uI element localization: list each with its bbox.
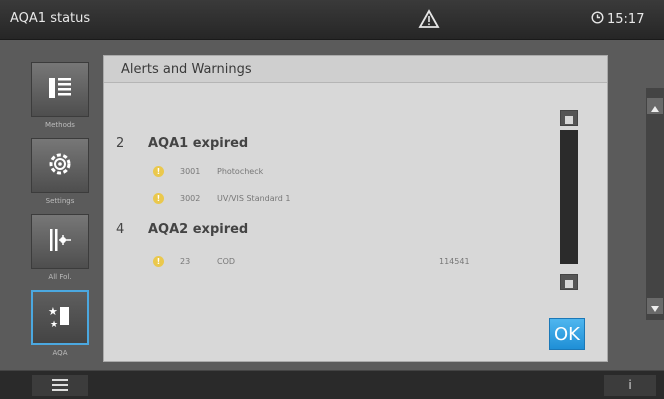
svg-text:★: ★ — [48, 305, 58, 318]
group-title: AQA1 expired — [148, 136, 249, 151]
all-fol-icon — [45, 225, 75, 259]
dialog-title: Alerts and Warnings — [121, 62, 252, 77]
square-icon — [565, 109, 573, 128]
list-scroll-up-button[interactable] — [560, 110, 578, 126]
status-bar: AQA1 status 15:17 — [0, 0, 664, 40]
info-icon: ! — [153, 256, 164, 267]
caret-up-icon — [651, 97, 659, 116]
ok-button[interactable]: OK — [549, 318, 585, 350]
page-scroll-up-button[interactable] — [647, 98, 663, 114]
alerts-dialog: Alerts and Warnings 2 AQA1 expired ! 300… — [103, 55, 608, 362]
window-title: AQA1 status — [10, 11, 91, 26]
page-scroll-rail[interactable] — [646, 88, 664, 320]
info-icon: ! — [153, 193, 164, 204]
row-code: 3001 — [180, 167, 201, 176]
row-name: COD — [217, 257, 236, 266]
gear-icon — [45, 149, 75, 183]
row-code: 3002 — [180, 194, 201, 203]
hamburger-icon — [52, 376, 68, 395]
clock-time: 15:17 — [607, 12, 645, 27]
list-scroll-down-button[interactable] — [560, 274, 578, 290]
menu-button[interactable] — [32, 375, 88, 396]
nav-methods-button[interactable] — [31, 62, 89, 117]
info-icon: ! — [153, 166, 164, 177]
nav-settings-label: Settings — [45, 197, 75, 205]
list-scrollbar-track[interactable] — [560, 130, 578, 264]
group-title: AQA2 expired — [148, 222, 249, 237]
nav-settings-button[interactable] — [31, 138, 89, 193]
clock: 15:17 — [591, 11, 644, 28]
warning-icon[interactable] — [418, 8, 440, 30]
clock-icon — [591, 11, 604, 28]
row-name: UV/VIS Standard 1 — [217, 194, 291, 203]
aqa-icon: ★ ★ — [45, 301, 75, 335]
svg-text:★: ★ — [50, 320, 58, 330]
nav-methods-label: Methods — [45, 121, 75, 129]
row-value: 114541 — [439, 257, 470, 266]
square-icon — [565, 273, 573, 292]
caret-down-icon — [651, 297, 659, 316]
nav-all-fol-label: All Fol. — [48, 273, 72, 281]
nav-aqa-label: AQA — [52, 349, 68, 357]
dialog-header: Alerts and Warnings — [104, 56, 607, 83]
bottom-bar: i — [0, 370, 664, 399]
nav-all-fol-button[interactable] — [31, 214, 89, 269]
row-name: Photocheck — [217, 167, 264, 176]
group-count: 2 — [116, 136, 125, 151]
info-button[interactable]: i — [604, 375, 656, 396]
nav-aqa-button[interactable]: ★ ★ — [31, 290, 89, 345]
page-scroll-down-button[interactable] — [647, 298, 663, 314]
group-count: 4 — [116, 222, 125, 237]
row-code: 23 — [180, 257, 191, 266]
methods-icon — [45, 73, 75, 107]
